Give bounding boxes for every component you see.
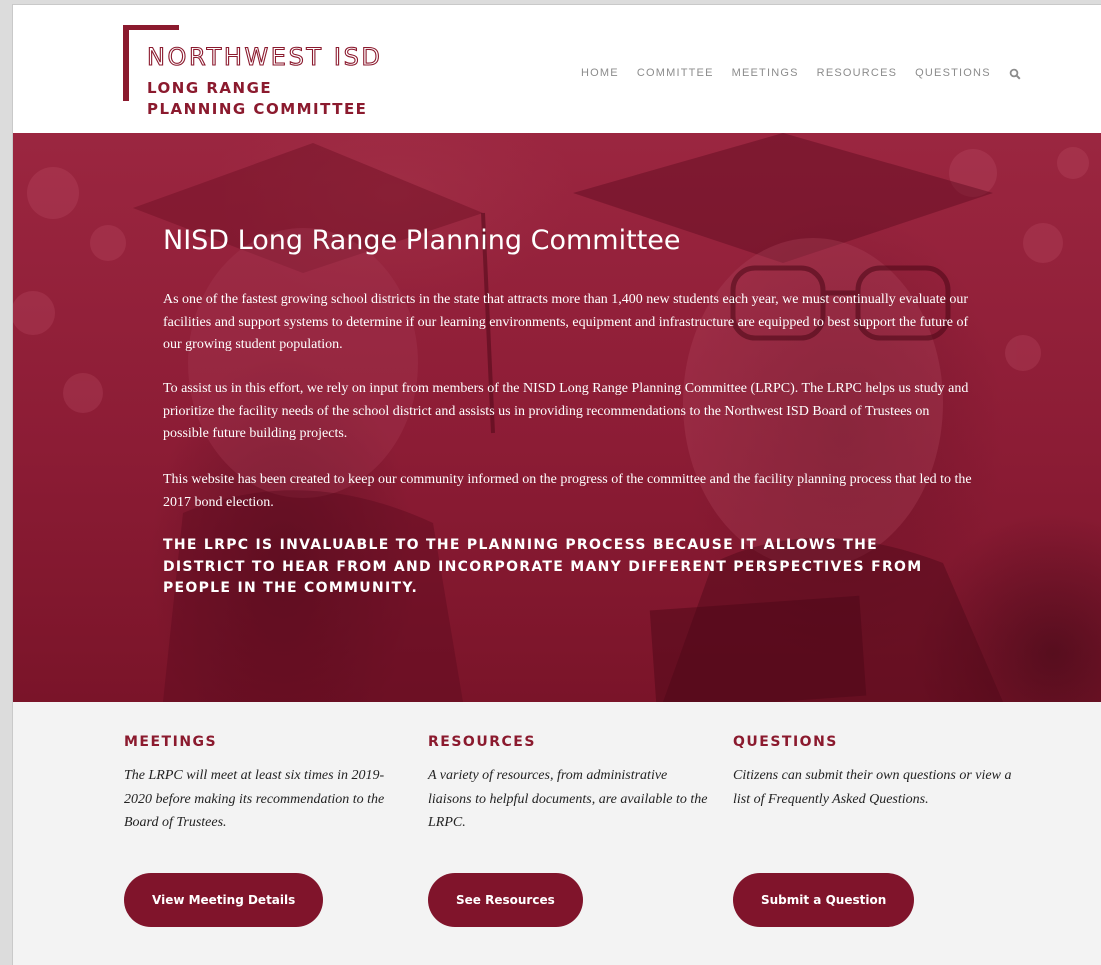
feature-meetings: MEETINGS The LRPC will meet at least six… xyxy=(124,734,409,927)
hero-paragraph-2: To assist us in this effort, we rely on … xyxy=(163,381,969,442)
nav-item-resources[interactable]: RESOURCES xyxy=(817,67,897,79)
main-nav: HOME COMMITTEE MEETINGS RESOURCES QUESTI… xyxy=(581,63,1021,83)
submit-question-button[interactable]: Submit a Question xyxy=(733,873,915,927)
feature-heading-resources: RESOURCES xyxy=(428,734,536,750)
hero-paragraph-3: This website has been created to keep ou… xyxy=(163,472,972,510)
feature-heading-questions: QUESTIONS xyxy=(733,734,838,750)
site-header: NORTHWEST ISD LONG RANGE PLANNING COMMIT… xyxy=(13,5,1101,133)
feature-text-meetings: The LRPC will meet at least six times in… xyxy=(124,768,385,830)
hero-section: NISD Long Range Planning Committee As on… xyxy=(13,133,1101,702)
feature-text-questions: Citizens can submit their own questions … xyxy=(733,768,1012,807)
feature-resources: RESOURCES A variety of resources, from a… xyxy=(428,734,713,927)
feature-heading-meetings: MEETINGS xyxy=(124,734,218,750)
feature-questions: QUESTIONS Citizens can submit their own … xyxy=(733,734,1018,927)
logo-bracket-horizontal xyxy=(123,25,179,30)
hero-title: NISD Long Range Planning Committee xyxy=(163,225,681,256)
nav-item-questions[interactable]: QUESTIONS xyxy=(915,67,991,79)
nav-item-committee[interactable]: COMMITTEE xyxy=(637,67,714,79)
page: NORTHWEST ISD LONG RANGE PLANNING COMMIT… xyxy=(12,4,1101,965)
logo-title: NORTHWEST ISD xyxy=(146,42,383,71)
nav-item-meetings[interactable]: MEETINGS xyxy=(732,67,799,79)
feature-text-resources: A variety of resources, from administrat… xyxy=(428,768,708,830)
nav-item-home[interactable]: HOME xyxy=(581,67,619,79)
site-logo[interactable]: NORTHWEST ISD LONG RANGE PLANNING COMMIT… xyxy=(123,25,383,120)
view-meeting-details-button[interactable]: View Meeting Details xyxy=(124,873,324,927)
hero-paragraph-1: As one of the fastest growing school dis… xyxy=(163,292,969,353)
see-resources-button[interactable]: See Resources xyxy=(428,873,583,927)
logo-bracket-vertical xyxy=(123,25,129,101)
hero-callout: THE LRPC IS INVALUABLE TO THE PLANNING P… xyxy=(163,537,923,596)
search-icon[interactable] xyxy=(1009,67,1021,80)
logo-subtitle: LONG RANGE PLANNING COMMITTEE xyxy=(147,78,367,120)
logo-subtitle-line2: PLANNING COMMITTEE xyxy=(147,100,368,118)
logo-subtitle-line1: LONG RANGE xyxy=(147,79,273,97)
